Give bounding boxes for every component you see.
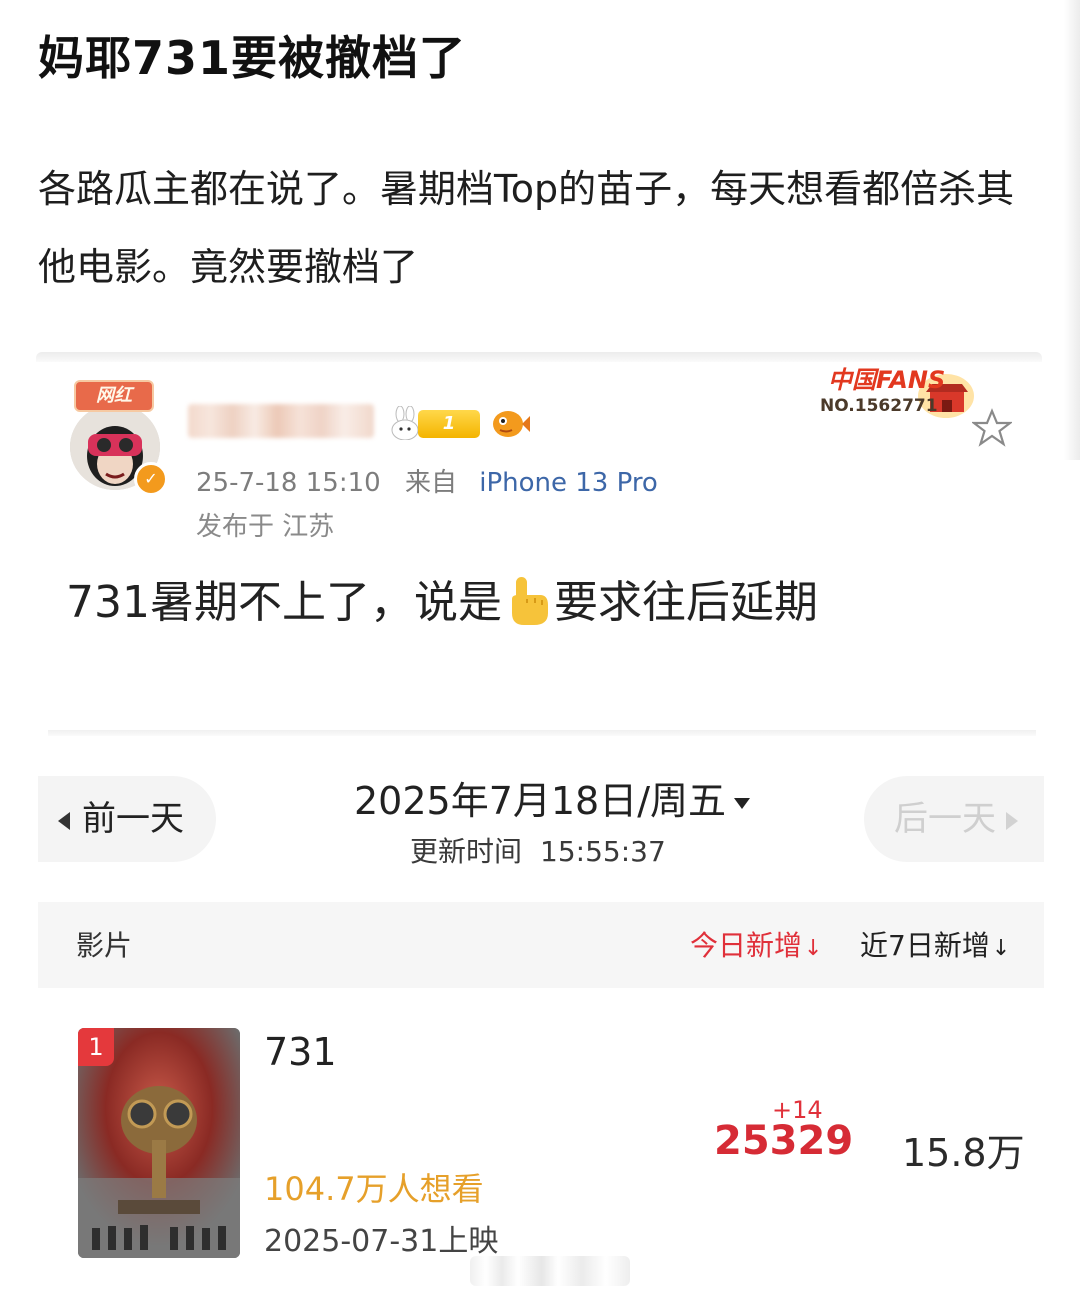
fans-badge-title: 中国FANS: [828, 366, 946, 394]
prev-day-label: 前一天: [82, 799, 184, 839]
weibo-text: 731暑期不上了，说是 要求往后延期: [66, 566, 818, 630]
card-divider: [48, 730, 1036, 736]
from-label: 来自: [404, 468, 457, 498]
username-blurred[interactable]: [188, 404, 374, 438]
timestamp: 25-7-18 15:10: [196, 468, 381, 498]
chevron-left-icon: [58, 811, 70, 830]
avatar[interactable]: 网红 ✓: [68, 380, 170, 496]
film-release-date: 2025-07-31上映: [264, 1224, 499, 1259]
device-link[interactable]: iPhone 13 Pro: [479, 468, 658, 498]
update-time-label: 更新时间: [410, 835, 523, 868]
next-day-button[interactable]: 后一天: [864, 776, 1044, 862]
pointing-hand-icon: [511, 577, 548, 625]
caret-down-icon: [734, 798, 751, 809]
post-meta: 25-7-18 15:10 来自 iPhone 13 Pro: [196, 462, 658, 499]
next-day-label: 后一天: [894, 799, 996, 839]
avatar-tag-badge: 网红: [74, 380, 154, 412]
film-want-count: 104.7万人想看: [264, 1170, 484, 1208]
film-title[interactable]: 731: [264, 1030, 337, 1074]
today-new-value: 25329: [714, 1118, 854, 1164]
star-icon[interactable]: [970, 408, 1014, 448]
sort-down-icon: ↓: [991, 936, 1011, 961]
bunny-icon: [390, 405, 420, 441]
verified-icon: ✓: [134, 462, 168, 496]
sort-down-icon: ↓: [804, 936, 823, 961]
watermark-blur: [470, 1256, 630, 1286]
fish-icon: [490, 404, 530, 442]
post-title: 妈耶731要被撤档了: [38, 31, 467, 85]
chevron-right-icon: [1006, 811, 1018, 830]
date-selector[interactable]: 2025年7月18日/周五: [354, 770, 751, 825]
fans-badge: 中国FANS NO.1562771: [808, 360, 980, 424]
column-header-week-label: 近7日新增: [860, 929, 990, 962]
column-header-film: 影片: [76, 929, 133, 962]
column-header-today-label: 今日新增: [690, 929, 803, 962]
update-time: 更新时间 15:55:37: [410, 830, 666, 870]
column-header-today[interactable]: 今日新增↓: [690, 924, 822, 964]
post-body: 各路瓜主都在说了。暑期档Top的苗子，每天想看都倍杀其他电影。竟然要撤档了: [38, 167, 1015, 289]
weibo-text-part2: 要求往后延期: [553, 577, 818, 628]
rank-badge: 1: [78, 1028, 114, 1066]
week-new-value: 15.8万: [902, 1131, 1025, 1175]
prev-day-button[interactable]: 前一天: [38, 776, 216, 862]
scrollbar-edge: [1064, 0, 1080, 460]
column-header-week[interactable]: 近7日新增↓: [860, 924, 1010, 964]
level-badge: 1: [418, 410, 480, 438]
weibo-text-part1: 731暑期不上了，说是: [66, 577, 502, 628]
update-time-value: 15:55:37: [540, 835, 666, 868]
fans-badge-number: NO.1562771: [820, 396, 938, 416]
post-location: 发布于 江苏: [196, 512, 335, 542]
date-label: 2025年7月18日/周五: [354, 779, 727, 823]
